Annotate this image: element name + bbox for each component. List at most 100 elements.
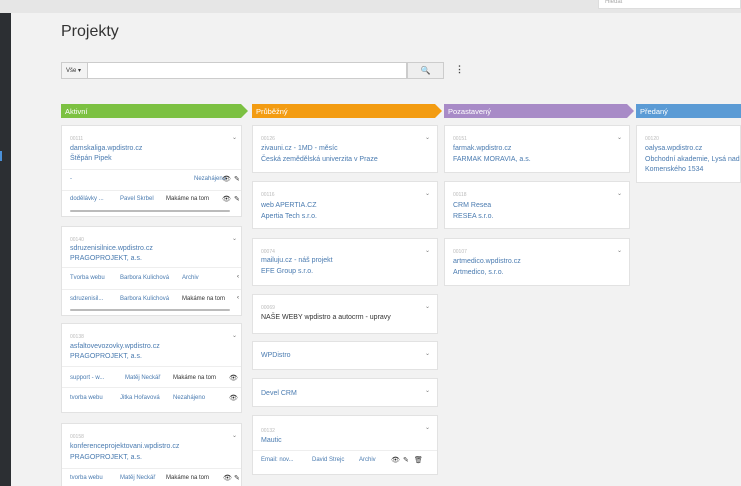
project-title[interactable]: Mautic — [261, 437, 282, 444]
project-title[interactable]: NAŠE WEBY wpdistro a autocrm - upravy — [261, 314, 391, 321]
chevron-down-icon[interactable]: ⌄ — [425, 190, 430, 197]
project-card[interactable]: 00116 ⌄ web APERTIA.CZ Apertia Tech s.r.… — [252, 181, 438, 229]
task-name[interactable]: sdruzenisil... — [70, 296, 103, 302]
eye-icon[interactable]: 👁 — [391, 456, 400, 464]
filter-search-input[interactable] — [88, 62, 407, 79]
project-client[interactable]: Obchodní akademie, Lysá nad — [645, 156, 740, 163]
task-name[interactable]: tvorba webu — [70, 475, 103, 481]
project-title[interactable]: farmak.wpdistro.cz — [453, 145, 511, 152]
project-title[interactable]: mailuju.cz - náš projekt — [261, 257, 333, 264]
project-client[interactable]: Apertia Tech s.r.o. — [261, 213, 317, 220]
task-name[interactable]: tvorba webu — [70, 395, 103, 401]
project-title[interactable]: sdruzenisilnice.wpdistro.cz — [70, 245, 153, 252]
project-card[interactable]: 00138 ⌄ asfaltovevozovky.wpdistro.cz PRA… — [61, 323, 242, 413]
chevron-down-icon[interactable]: ⌄ — [617, 134, 622, 141]
filter-dropdown[interactable]: Vše ▾ — [61, 62, 88, 79]
chevron-down-icon[interactable]: ⌄ — [232, 235, 237, 242]
project-card[interactable]: ⌄ Devel CRM — [252, 378, 438, 407]
task-assignee[interactable]: Matěj Neckář — [120, 475, 155, 481]
chevron-down-icon[interactable]: ⌄ — [425, 387, 430, 394]
chevron-down-icon[interactable]: ⌄ — [425, 134, 430, 141]
global-search-input[interactable]: Hledat — [598, 0, 741, 9]
task-name[interactable]: dodělávky ... — [70, 196, 104, 202]
chevron-down-icon[interactable]: ⌄ — [425, 424, 430, 431]
project-client[interactable]: EFE Group s.r.o. — [261, 268, 313, 275]
chevron-down-icon[interactable]: ⌄ — [425, 303, 430, 310]
project-card[interactable]: ⌄ WPDistro — [252, 341, 438, 370]
task-status[interactable]: Makáme na tom — [166, 196, 209, 202]
project-card[interactable]: 00140 ⌄ sdruzenisilnice.wpdistro.cz PRAG… — [61, 226, 242, 316]
project-client[interactable]: RESEA s.r.o. — [453, 213, 493, 220]
project-card[interactable]: 00107 ⌄ artmedico.wpdistro.cz Artmedico,… — [444, 238, 630, 286]
task-name[interactable]: Email: nov... — [261, 457, 294, 463]
stage-prubezny[interactable]: Průběžný — [252, 104, 442, 118]
project-card[interactable]: 00132 ⌄ Mautic Email: nov... David Strej… — [252, 415, 438, 475]
project-title[interactable]: web APERTIA.CZ — [261, 202, 317, 209]
task-assignee[interactable]: Pavel Skrbel — [120, 196, 154, 202]
task-assignee[interactable]: Matěj Neckář — [125, 375, 160, 381]
chevron-down-icon[interactable]: ⌄ — [617, 190, 622, 197]
project-title[interactable]: oalysa.wpdistro.cz — [645, 145, 702, 152]
caret-right-icon[interactable]: ‹ — [237, 274, 239, 280]
eye-icon[interactable]: 👁 — [229, 394, 238, 402]
project-address[interactable]: Komenského 1534 — [645, 166, 703, 173]
project-title[interactable]: asfaltovevozovky.wpdistro.cz — [70, 343, 160, 350]
edit-icon[interactable]: ✎ — [403, 456, 409, 464]
more-menu-icon[interactable]: ⋮ — [455, 64, 464, 75]
project-title[interactable]: Devel CRM — [261, 390, 297, 397]
task-name[interactable]: - — [70, 176, 72, 182]
project-client[interactable]: PRAGOPROJEKT, a.s. — [70, 353, 142, 360]
edit-icon[interactable]: ✎ — [234, 175, 240, 183]
project-card[interactable]: 00074 ⌄ mailuju.cz - náš projekt EFE Gro… — [252, 238, 438, 286]
project-client[interactable]: Česká zemědělská univerzita v Praze — [261, 156, 378, 163]
chevron-down-icon[interactable]: ⌄ — [425, 350, 430, 357]
stage-pozastaveny[interactable]: Pozastavený — [444, 104, 634, 118]
task-status[interactable]: Makáme na tom — [182, 296, 225, 302]
trash-icon[interactable]: 🗑 — [414, 456, 423, 464]
project-card[interactable]: 00158 ⌄ konferenceprojektovani.wpdistro.… — [61, 423, 242, 486]
eye-icon[interactable]: 👁 — [223, 474, 232, 482]
stage-aktivni[interactable]: Aktivní — [61, 104, 248, 118]
task-name[interactable]: support - w... — [70, 375, 104, 381]
project-title[interactable]: konferenceprojektovani.wpdistro.cz — [70, 443, 179, 450]
chevron-down-icon[interactable]: ⌄ — [232, 134, 237, 141]
project-title[interactable]: WPDistro — [261, 352, 291, 359]
edit-icon[interactable]: ✎ — [234, 195, 240, 203]
eye-icon[interactable]: 👁 — [222, 195, 231, 203]
project-title[interactable]: damskaliga.wpdistro.cz — [70, 145, 142, 152]
eye-icon[interactable]: 👁 — [222, 175, 231, 183]
project-client[interactable]: FARMAK MORAVIA, a.s. — [453, 156, 531, 163]
task-status[interactable]: Makáme na tom — [173, 375, 216, 381]
project-card[interactable]: 00120 oalysa.wpdistro.cz Obchodní akadem… — [636, 125, 741, 183]
caret-right-icon[interactable]: ‹ — [237, 295, 239, 301]
project-card[interactable]: 00118 ⌄ CRM Resea RESEA s.r.o. — [444, 181, 630, 229]
chevron-down-icon[interactable]: ⌄ — [425, 247, 430, 254]
task-status[interactable]: Archiv — [182, 275, 199, 281]
stage-predany[interactable]: Předaný — [636, 104, 741, 118]
edit-icon[interactable]: ✎ — [234, 474, 240, 482]
task-name[interactable]: Tvorba webu — [70, 275, 105, 281]
project-card[interactable]: 00111 ⌄ damskaliga.wpdistro.cz Štěpán Pi… — [61, 125, 242, 217]
search-button[interactable]: 🔍 — [407, 62, 444, 79]
chevron-down-icon[interactable]: ⌄ — [232, 332, 237, 339]
chevron-down-icon[interactable]: ⌄ — [617, 247, 622, 254]
project-client[interactable]: PRAGOPROJEKT, a.s. — [70, 454, 142, 461]
project-card[interactable]: 00151 ⌄ farmak.wpdistro.cz FARMAK MORAVI… — [444, 125, 630, 173]
task-status[interactable]: Nezahájeno — [173, 395, 205, 401]
project-title[interactable]: zivauni.cz - 1MD - měsíc — [261, 145, 338, 152]
project-client[interactable]: Štěpán Pipek — [70, 155, 112, 162]
task-assignee[interactable]: Barbora Kulichová — [120, 296, 169, 302]
project-client[interactable]: Artmedico, s.r.o. — [453, 269, 504, 276]
eye-icon[interactable]: 👁 — [229, 374, 238, 382]
project-client[interactable]: PRAGOPROJEKT, a.s. — [70, 255, 142, 262]
project-title[interactable]: CRM Resea — [453, 202, 491, 209]
task-status[interactable]: Makáme na tom — [166, 475, 209, 481]
task-status[interactable]: Archiv — [359, 457, 376, 463]
task-assignee[interactable]: Barbora Kulichová — [120, 275, 169, 281]
task-assignee[interactable]: David Strejc — [312, 457, 344, 463]
project-card[interactable]: 00126 ⌄ zivauni.cz - 1MD - měsíc Česká z… — [252, 125, 438, 173]
chevron-down-icon[interactable]: ⌄ — [232, 432, 237, 439]
project-title[interactable]: artmedico.wpdistro.cz — [453, 258, 521, 265]
project-card[interactable]: 00069 ⌄ NAŠE WEBY wpdistro a autocrm - u… — [252, 294, 438, 334]
task-assignee[interactable]: Jitka Hořavová — [120, 395, 160, 401]
